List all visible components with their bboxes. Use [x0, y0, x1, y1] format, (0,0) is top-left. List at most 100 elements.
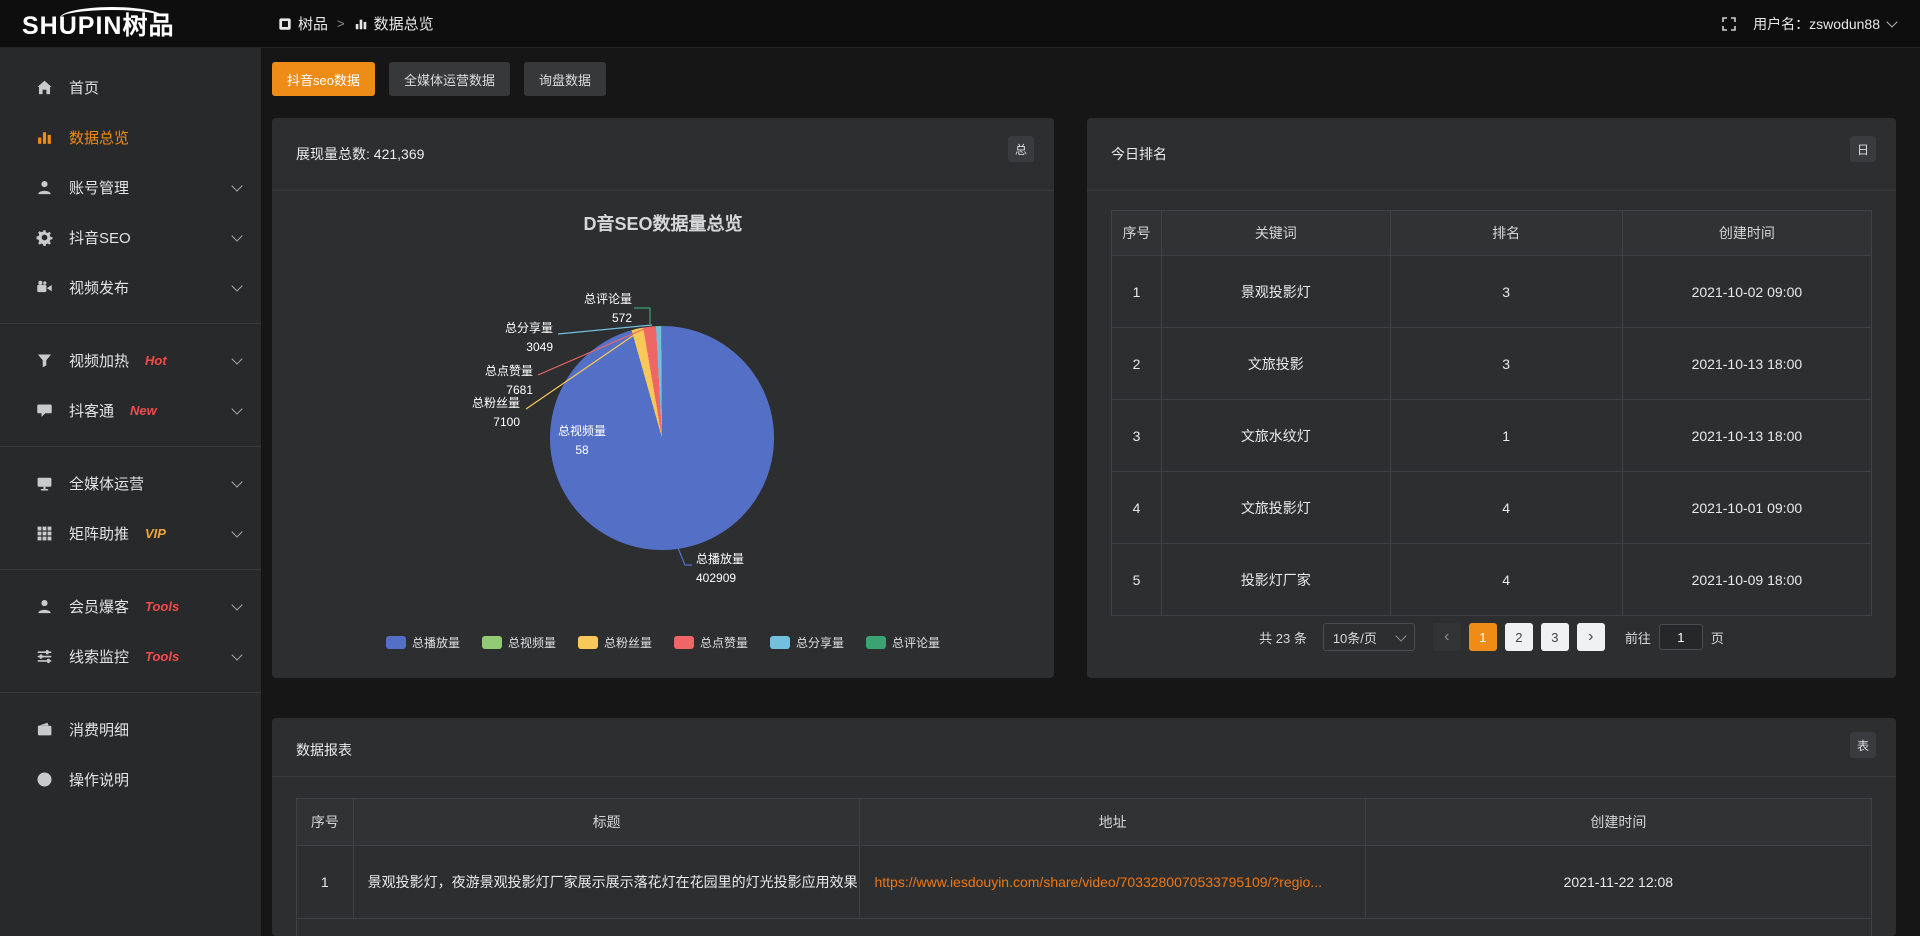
column-header: 地址	[860, 799, 1365, 845]
sidebar-item-label: 会员爆客	[69, 596, 129, 617]
sidebar-item-video-heat[interactable]: 视频加热 Hot	[0, 335, 261, 385]
legend-label: 总粉丝量	[604, 634, 652, 651]
chevron-down-icon	[231, 280, 242, 291]
legend-label: 总点赞量	[700, 634, 748, 651]
tab-omni-media-data[interactable]: 全媒体运营数据	[389, 62, 510, 96]
wallet-icon	[36, 721, 53, 738]
column-header: 序号	[1112, 211, 1162, 255]
breadcrumb-separator: >	[337, 16, 345, 31]
cell-keyword: 景观投影灯	[1162, 255, 1390, 327]
pie-label-shares: 总分享量 3049	[505, 319, 553, 357]
breadcrumb-current[interactable]: 数据总览	[354, 13, 434, 34]
page-button-1[interactable]: 1	[1469, 623, 1497, 651]
cell-keyword: 文旅投影	[1162, 327, 1390, 399]
next-page-button[interactable]: ›	[1577, 623, 1605, 651]
page-button-2[interactable]: 2	[1505, 623, 1533, 651]
table-row: 5 投影灯厂家 4 2021-10-09 18:00	[1112, 543, 1871, 615]
cell-created: 2021-10-02 09:00	[1623, 255, 1871, 327]
sidebar-item-data-overview[interactable]: 数据总览	[0, 112, 261, 162]
sidebar-item-label: 矩阵助推	[69, 523, 129, 544]
user-menu[interactable]: 用户名：zswodun88	[1753, 14, 1896, 34]
panel-divider	[272, 190, 1054, 191]
breadcrumb-root[interactable]: 树品	[278, 13, 328, 34]
breadcrumb-root-label: 树品	[298, 13, 328, 34]
sidebar-item-member-baoke[interactable]: 会员爆客 Tools	[0, 581, 261, 631]
page-size-select[interactable]: 10条/页	[1323, 623, 1415, 651]
breadcrumb: 树品 > 数据总览	[278, 13, 434, 34]
sidebar-item-lead-monitor[interactable]: 线索监控 Tools	[0, 631, 261, 681]
sidebar-item-label: 抖客通	[69, 400, 114, 421]
cell-index: 2	[1112, 327, 1162, 399]
video-url-link[interactable]: https://www.iesdouyin.com/share/video/70…	[874, 874, 1322, 890]
table-row: 3 文旅水纹灯 1 2021-10-13 18:00	[1112, 399, 1871, 471]
legend-item-fans[interactable]: 总粉丝量	[578, 634, 652, 651]
bar-chart-icon	[36, 129, 53, 146]
legend-item-plays[interactable]: 总播放量	[386, 634, 460, 651]
day-mode-button[interactable]: 日	[1850, 136, 1876, 162]
legend-label: 总播放量	[412, 634, 460, 651]
new-badge: New	[130, 403, 157, 418]
chevron-down-icon	[231, 526, 242, 537]
sidebar-item-video-publish[interactable]: 视频发布	[0, 262, 261, 312]
cell-keyword: 文旅投影灯	[1162, 471, 1390, 543]
sidebar-divider	[0, 323, 261, 324]
sidebar-item-doketong[interactable]: 抖客通 New	[0, 385, 261, 435]
legend-item-comments[interactable]: 总评论量	[866, 634, 940, 651]
cell-url: https://www.iesdouyin.com/share/video/70…	[860, 845, 1365, 918]
cell-index: 3	[1112, 399, 1162, 471]
home-icon	[36, 79, 53, 96]
logo-arc	[60, 7, 164, 21]
legend-item-likes[interactable]: 总点赞量	[674, 634, 748, 651]
cell-created: 2021-10-01 09:00	[1623, 471, 1871, 543]
app-logo: SHUPIN树品	[0, 6, 261, 42]
pagination-total: 共 23 条	[1259, 628, 1307, 647]
legend-chip	[674, 636, 694, 649]
sidebar-item-omni-media[interactable]: 全媒体运营	[0, 458, 261, 508]
page-button-3[interactable]: 3	[1541, 623, 1569, 651]
chevron-down-icon	[231, 476, 242, 487]
pie-label-plays: 总播放量 402909	[696, 550, 744, 588]
sliders-icon	[36, 648, 53, 665]
goto-page-input[interactable]	[1659, 624, 1703, 650]
legend-chip	[866, 636, 886, 649]
sidebar-divider	[0, 569, 261, 570]
sidebar-item-douyin-seo[interactable]: 抖音SEO	[0, 212, 261, 262]
prev-page-button[interactable]: ‹	[1433, 623, 1461, 651]
table-row-partial	[297, 918, 1871, 936]
tools-badge: Tools	[145, 649, 179, 664]
sidebar-item-label: 视频发布	[69, 277, 129, 298]
cell-created: 2021-10-13 18:00	[1623, 327, 1871, 399]
cell-index: 1	[297, 845, 354, 918]
cell-keyword: 文旅水纹灯	[1162, 399, 1390, 471]
fullscreen-icon[interactable]	[1721, 16, 1737, 32]
username-label: 用户名：zswodun88	[1753, 14, 1880, 34]
chat-icon	[36, 402, 53, 419]
cell-index: 1	[1112, 255, 1162, 327]
tab-inquiry-data[interactable]: 询盘数据	[524, 62, 606, 96]
video-heat-icon	[36, 352, 53, 369]
goto-unit-label: 页	[1711, 628, 1724, 647]
chevron-down-icon	[231, 403, 242, 414]
tab-douyin-seo-data[interactable]: 抖音seo数据	[272, 62, 375, 96]
sidebar-item-home[interactable]: 首页	[0, 62, 261, 112]
person-icon	[36, 598, 53, 615]
chart-title: D音SEO数据量总览	[272, 210, 1054, 236]
panel-divider	[1087, 190, 1896, 191]
legend-chip	[482, 636, 502, 649]
sidebar-item-label: 账号管理	[69, 177, 129, 198]
cell-title: 景观投影灯，夜游景观投影灯厂家展示展示落花灯在花园里的灯光投影应用效果 #	[354, 845, 861, 918]
sidebar-item-label: 消费明细	[69, 719, 129, 740]
gear-icon	[36, 229, 53, 246]
total-mode-button[interactable]: 总	[1008, 136, 1034, 162]
sidebar-item-consumption[interactable]: 消费明细	[0, 704, 261, 754]
sidebar-item-matrix-boost[interactable]: 矩阵助推 VIP	[0, 508, 261, 558]
chevron-down-icon	[1886, 16, 1897, 27]
sidebar-item-help[interactable]: ? 操作说明	[0, 754, 261, 804]
sidebar-item-account[interactable]: 账号管理	[0, 162, 261, 212]
table-mode-button[interactable]: 表	[1850, 732, 1876, 758]
table-header-row: 序号 标题 地址 创建时间	[297, 799, 1871, 845]
pie-label-value: 572	[584, 309, 632, 328]
chevron-down-icon	[231, 180, 242, 191]
legend-item-shares[interactable]: 总分享量	[770, 634, 844, 651]
legend-item-videos[interactable]: 总视频量	[482, 634, 556, 651]
